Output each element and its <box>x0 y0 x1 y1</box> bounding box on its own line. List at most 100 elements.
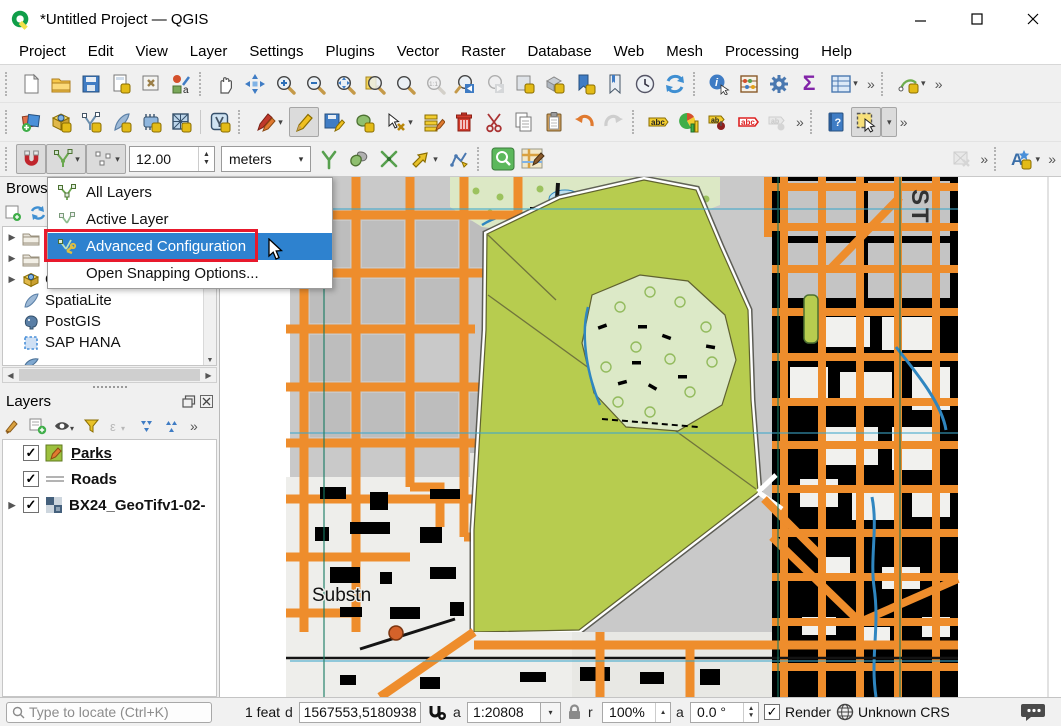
self-snapping-button[interactable]: ▾ <box>404 144 444 174</box>
save-layer-edits-button[interactable] <box>319 107 349 137</box>
close-button[interactable] <box>1005 0 1061 38</box>
zoom-last-button[interactable] <box>450 69 480 99</box>
add-polygon-feature-button[interactable] <box>349 107 379 137</box>
scroll-left-icon[interactable]: ◀ <box>3 371 18 380</box>
browser-item-spatialite[interactable]: SpatiaLite <box>3 290 216 311</box>
new-spatialite-layer-button[interactable] <box>106 107 136 137</box>
locator-search[interactable] <box>6 702 212 723</box>
menu-help[interactable]: Help <box>810 40 863 63</box>
snapping-tolerance-spinbox[interactable]: 12.00 ▲▼ <box>129 146 215 172</box>
new-geopackage-button[interactable] <box>46 107 76 137</box>
add-layer-icon[interactable] <box>4 204 22 222</box>
pan-to-selection-button[interactable] <box>240 69 270 99</box>
panel-splitter[interactable] <box>0 383 219 390</box>
snapping-units-combo[interactable]: meters ▾ <box>221 146 311 172</box>
filter-expression-icon[interactable]: ε▾ <box>108 417 130 435</box>
snapping-mode-dropdown[interactable]: ▾ <box>46 144 86 174</box>
toggle-editing-button[interactable] <box>289 107 319 137</box>
new-print-layout-button[interactable] <box>106 69 136 99</box>
open-attribute-table-button[interactable]: ▾ <box>824 69 864 99</box>
current-edits-button[interactable]: ▾ <box>249 107 289 137</box>
search-features-button[interactable] <box>488 144 518 174</box>
toolbar-grip[interactable] <box>5 147 13 171</box>
layer-row-roads[interactable]: ✓ Roads <box>3 466 216 492</box>
menu-edit[interactable]: Edit <box>77 40 125 63</box>
avoid-overlap-button[interactable] <box>344 144 374 174</box>
redo-button[interactable] <box>599 107 629 137</box>
collapse-all-icon[interactable] <box>162 417 180 435</box>
toolbar-overflow[interactable]: » <box>1045 151 1059 167</box>
zoom-to-selection-button[interactable] <box>360 69 390 99</box>
temporal-controller-button[interactable] <box>630 69 660 99</box>
expander-icon[interactable]: ▶ <box>7 253 17 264</box>
map-edit-annotation-button[interactable] <box>518 144 548 174</box>
scale-combo-caret[interactable]: ▾ <box>541 702 561 723</box>
cut-features-button[interactable] <box>479 107 509 137</box>
text-annotation-button[interactable]: A▾ <box>1005 144 1045 174</box>
help-button[interactable]: ? <box>821 107 851 137</box>
zoom-next-button[interactable] <box>480 69 510 99</box>
menu-item-all-layers[interactable]: All Layers <box>48 179 332 206</box>
zoom-to-layer-button[interactable] <box>390 69 420 99</box>
copy-features-button[interactable] <box>509 107 539 137</box>
snapping-type-dropdown[interactable]: ▾ <box>86 144 126 174</box>
refresh-browser-icon[interactable] <box>29 204 47 222</box>
render-toggle[interactable]: ✓ Render <box>764 704 831 720</box>
enable-snapping-button[interactable] <box>16 144 46 174</box>
toolbar-grip[interactable] <box>5 72 13 96</box>
browser-horizontal-scrollbar[interactable]: ◀ ▶ <box>2 367 217 383</box>
toolbar-grip[interactable] <box>994 147 1002 171</box>
menu-item-active-layer[interactable]: Active Layer <box>48 206 332 233</box>
minimize-button[interactable] <box>893 0 949 38</box>
menu-database[interactable]: Database <box>516 40 602 63</box>
menu-layer[interactable]: Layer <box>179 40 239 63</box>
tracing-button[interactable] <box>444 144 474 174</box>
identify-features-button[interactable]: i <box>704 69 734 99</box>
render-checkbox[interactable]: ✓ <box>764 704 780 720</box>
layers-tree[interactable]: ✓ Parks ✓ Roads ▶ ✓ BX24_GeoTifv1-02- <box>2 439 217 697</box>
menu-processing[interactable]: Processing <box>714 40 810 63</box>
menu-settings[interactable]: Settings <box>238 40 314 63</box>
move-label-button[interactable]: ab <box>763 107 793 137</box>
toolbar-grip[interactable] <box>881 72 889 96</box>
toolbar-grip[interactable] <box>477 147 485 171</box>
vertex-tool-button[interactable]: ▾ <box>379 107 419 137</box>
show-statistics-button[interactable]: Σ <box>794 69 824 99</box>
new-memory-layer-button[interactable] <box>136 107 166 137</box>
menu-raster[interactable]: Raster <box>450 40 516 63</box>
style-manager-button[interactable]: a <box>166 69 196 99</box>
menu-mesh[interactable]: Mesh <box>655 40 714 63</box>
refresh-button[interactable] <box>660 69 690 99</box>
layer-row-raster[interactable]: ▶ ✓ BX24_GeoTifv1-02- <box>3 492 216 518</box>
extents-toggle-icon[interactable] <box>426 702 448 722</box>
new-virtual-layer-button[interactable] <box>205 107 235 137</box>
zoom-native-button[interactable]: 1:1 <box>420 69 450 99</box>
menu-view[interactable]: View <box>125 40 179 63</box>
toolbar-overflow[interactable]: » <box>977 151 991 167</box>
locator-input[interactable] <box>29 704 189 720</box>
zoom-out-button[interactable] <box>300 69 330 99</box>
float-panel-icon[interactable] <box>182 395 196 408</box>
digitize-shape-button[interactable]: ▾ <box>892 69 932 99</box>
panel-toolbar-overflow[interactable]: » <box>187 418 201 434</box>
add-group-icon[interactable] <box>29 417 47 435</box>
paste-features-button[interactable] <box>539 107 569 137</box>
topological-editing-button[interactable] <box>314 144 344 174</box>
crs-status[interactable]: Unknown CRS <box>836 703 950 721</box>
pin-labels-button[interactable]: ab <box>703 107 733 137</box>
toolbar-grip[interactable] <box>199 72 207 96</box>
open-project-button[interactable] <box>46 69 76 99</box>
menu-web[interactable]: Web <box>603 40 656 63</box>
toolbar-grip[interactable] <box>238 110 246 134</box>
maximize-button[interactable] <box>949 0 1005 38</box>
toolbar-overflow[interactable]: » <box>932 76 946 92</box>
toolbar-overflow[interactable]: » <box>793 114 807 130</box>
toolbar-grip[interactable] <box>693 72 701 96</box>
menu-vector[interactable]: Vector <box>386 40 451 63</box>
data-source-manager-button[interactable] <box>16 107 46 137</box>
snapping-tolerance-value[interactable]: 12.00 <box>130 151 198 167</box>
lock-icon[interactable] <box>566 703 583 721</box>
mesh-digitizing-button[interactable] <box>947 144 977 174</box>
layer-checkbox[interactable]: ✓ <box>23 445 39 461</box>
expand-all-icon[interactable] <box>137 417 155 435</box>
